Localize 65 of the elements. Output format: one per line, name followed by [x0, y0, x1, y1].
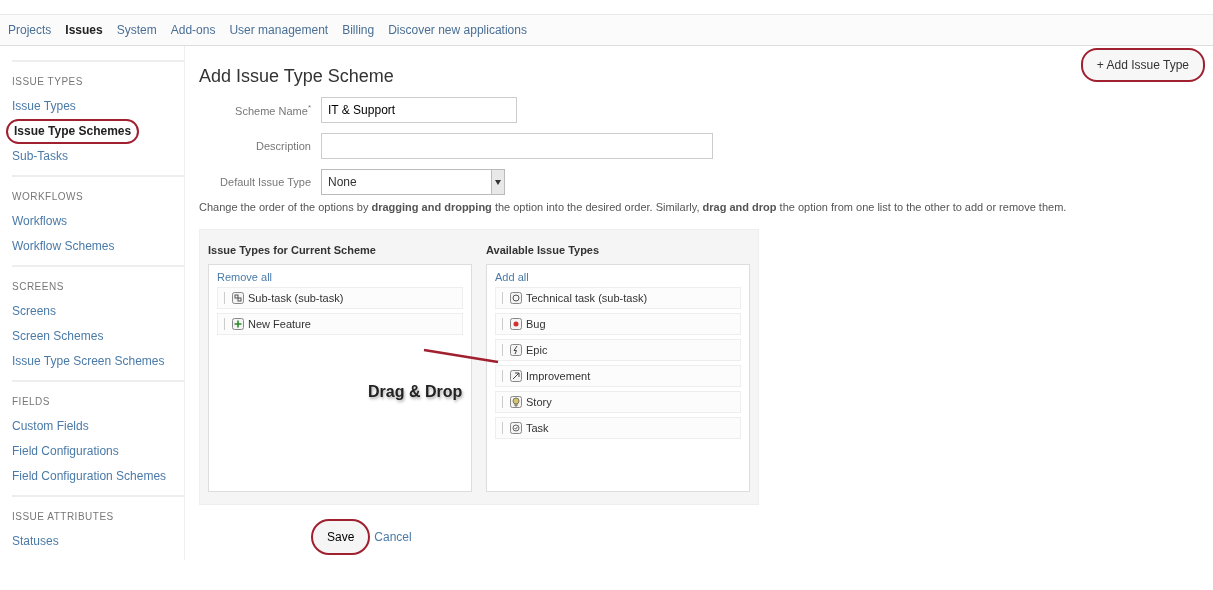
issue-type-item[interactable]: New Feature — [217, 313, 463, 335]
nav-tab[interactable]: System — [116, 23, 157, 37]
epic-type-icon — [510, 344, 522, 356]
issue-type-label: Task — [526, 422, 549, 434]
field-label: Default Issue Type — [219, 176, 312, 188]
issue-type-item[interactable]: Bug — [495, 313, 741, 335]
sidebar-item[interactable]: Sub-Tasks — [12, 144, 184, 169]
nav-tab[interactable]: Projects — [8, 23, 52, 37]
sidebar-item[interactable]: Issue Type Schemes — [6, 119, 140, 144]
issue-type-label: Bug — [526, 318, 546, 330]
sidebar-item[interactable]: Field Configuration Schemes — [12, 464, 184, 489]
issue-type-label: Sub-task (sub-task) — [248, 292, 344, 304]
issue-type-item[interactable]: Story — [495, 391, 741, 413]
list-action-link[interactable]: Remove all — [217, 271, 463, 283]
sidebar-heading: FIELDS — [12, 396, 51, 407]
story-type-icon — [510, 396, 522, 408]
sidebar-item[interactable]: Field Configurations — [12, 439, 184, 464]
issue-type-item[interactable]: Epic — [495, 339, 741, 361]
description-field[interactable] — [321, 133, 713, 159]
task-type-icon — [510, 422, 522, 434]
nav-tab[interactable]: Billing — [342, 23, 375, 37]
dropdown-caret-icon — [495, 179, 501, 185]
issue-type-item[interactable]: Improvement — [495, 365, 741, 387]
field-label: Scheme Name$^{*}$ — [234, 103, 312, 117]
issue-type-label: Improvement — [526, 370, 591, 382]
field-label: Description — [254, 140, 312, 152]
sidebar-heading: ISSUE TYPES — [12, 76, 84, 87]
issue-type-label: Story — [526, 396, 552, 408]
sidebar-item[interactable]: Custom Fields — [12, 414, 184, 439]
issue-type-item[interactable]: Task — [495, 417, 741, 439]
issue-type-label: New Feature — [248, 318, 311, 330]
nav-tab[interactable]: Add-ons — [170, 23, 216, 37]
issue-type-label: Epic — [526, 344, 548, 356]
default-issue-type-dropdown[interactable]: None — [321, 169, 505, 195]
sidebar-item[interactable]: Screen Schemes — [12, 324, 184, 349]
nav-tab[interactable]: Discover new applications — [388, 23, 527, 37]
issue-type-label: Technical task (sub-task) — [526, 292, 648, 304]
page-title: Add Issue Type Scheme — [199, 66, 394, 87]
add-issue-type-button[interactable]: + Add Issue Type — [1080, 47, 1205, 82]
nav-tab[interactable]: User management — [229, 23, 329, 37]
issue-type-item[interactable]: Technical task (sub-task) — [495, 287, 741, 309]
sidebar-item[interactable]: Workflows — [12, 209, 184, 234]
sidebar-item[interactable]: Workflow Schemes — [12, 234, 184, 259]
sidebar-heading: WORKFLOWS — [12, 191, 85, 202]
feature-type-icon — [232, 318, 244, 330]
sidebar-heading: ISSUE ATTRIBUTES — [12, 511, 115, 522]
sidebar-heading: SCREENS — [12, 281, 65, 292]
cancel-link[interactable]: Cancel — [374, 530, 412, 544]
subtask-type-icon — [232, 292, 244, 304]
scheme-name-field[interactable]: IT & Support — [321, 97, 517, 123]
improvement-type-icon — [510, 370, 522, 382]
sidebar-item[interactable]: Issue Type Screen Schemes — [12, 349, 184, 374]
sidebar-item[interactable]: Issue Types — [12, 94, 184, 119]
bug-type-icon — [510, 318, 522, 330]
sidebar-item[interactable]: Statuses — [12, 529, 184, 554]
sidebar-item[interactable]: Screens — [12, 299, 184, 324]
list-title: Available Issue Types — [486, 244, 601, 256]
list-action-link[interactable]: Add all — [495, 271, 741, 283]
nav-tab[interactable]: Issues — [65, 23, 103, 37]
technical-type-icon — [510, 292, 522, 304]
instructions-text: Change the order of the options by dragging and dropping the option into the desired order. Similarly, drag and drop the option from one list to the other to add or remove them. — [199, 201, 1068, 213]
list-title: Issue Types for Current Scheme — [208, 244, 377, 256]
save-button[interactable]: Save — [311, 519, 371, 555]
drag-drop-label: Drag & Drop — [368, 383, 463, 401]
issue-type-item[interactable]: Sub-task (sub-task) — [217, 287, 463, 309]
